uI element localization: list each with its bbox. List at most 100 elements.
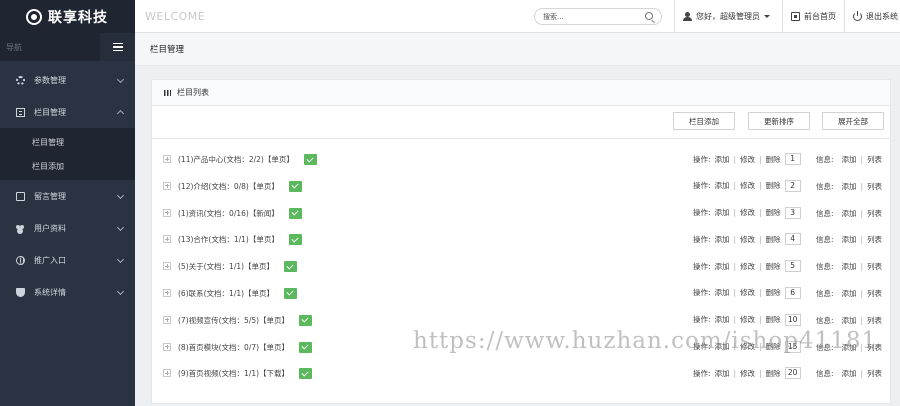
check-icon (288, 234, 302, 246)
info-list-link[interactable]: 列表 (867, 343, 882, 352)
expand-icon[interactable] (163, 315, 171, 324)
logout-label: 退出系统 (866, 12, 898, 21)
expand-icon[interactable] (163, 288, 171, 297)
add-link[interactable]: 添加 (715, 207, 730, 218)
order-input[interactable]: 1 (784, 153, 801, 165)
info-list-link[interactable]: 列表 (867, 316, 882, 325)
edit-link[interactable]: 修改 (740, 154, 755, 165)
delete-link[interactable]: 删除 (766, 154, 781, 165)
expand-icon[interactable] (163, 181, 171, 190)
expand-icon[interactable] (163, 369, 171, 378)
expand-icon[interactable] (163, 155, 171, 163)
expand-icon[interactable] (163, 342, 171, 351)
edit-link[interactable]: 修改 (740, 234, 755, 245)
edit-link[interactable]: 修改 (740, 180, 755, 191)
info-add-link[interactable]: 添加 (842, 289, 857, 298)
info-add-link[interactable]: 添加 (842, 182, 857, 191)
sidebar-item-users[interactable]: 用户资料 (0, 212, 135, 244)
info-list-link[interactable]: 列表 (867, 209, 882, 218)
sidebar-item-label: 系统详情 (34, 287, 66, 297)
edit-link[interactable]: 修改 (740, 368, 755, 379)
delete-link[interactable]: 删除 (766, 287, 781, 298)
info-add-link[interactable]: 添加 (842, 209, 857, 218)
info-add-link[interactable]: 添加 (842, 343, 857, 352)
add-link[interactable]: 添加 (715, 180, 730, 191)
row-info: 信息: 添加 | 列表 (816, 288, 882, 299)
expand-icon[interactable] (163, 208, 171, 217)
delete-link[interactable]: 删除 (766, 368, 781, 379)
update-order-button[interactable]: 更新排序 (748, 112, 810, 130)
sidebar-header: 导航 (0, 33, 135, 61)
order-input[interactable]: 5 (784, 260, 801, 273)
add-link[interactable]: 添加 (715, 368, 730, 379)
order-input[interactable]: 6 (784, 286, 801, 299)
info-list-link[interactable]: 列表 (867, 369, 882, 378)
sidebar-toggle-button[interactable] (100, 33, 135, 61)
expand-icon[interactable] (163, 262, 171, 271)
search-icon[interactable] (645, 12, 653, 20)
add-link[interactable]: 添加 (715, 261, 730, 272)
info-list-link[interactable]: 列表 (867, 289, 882, 298)
info-add-link[interactable]: 添加 (842, 262, 857, 271)
info-label: 信息: (816, 315, 834, 325)
logout-link[interactable]: 退出系统 (844, 0, 900, 33)
info-add-link[interactable]: 添加 (842, 369, 857, 378)
sidebar-item-system[interactable]: 系统详情 (0, 276, 135, 308)
order-input[interactable]: 2 (784, 179, 801, 192)
delete-link[interactable]: 删除 (766, 261, 781, 272)
order-input[interactable]: 3 (784, 206, 801, 219)
add-link[interactable]: 添加 (715, 234, 730, 245)
sidebar-item-messages[interactable]: 留言管理 (0, 180, 135, 212)
add-link[interactable]: 添加 (715, 314, 730, 325)
edit-link[interactable]: 修改 (740, 341, 755, 352)
sidebar-item-columns[interactable]: 栏目管理 (0, 96, 135, 128)
delete-link[interactable]: 删除 (766, 180, 781, 191)
row-operations: 操作: 添加 | 修改 | 删除 6 (693, 286, 801, 299)
hamburger-icon (112, 43, 123, 51)
edit-link[interactable]: 修改 (740, 314, 755, 325)
info-add-link[interactable]: 添加 (842, 235, 857, 244)
ops-label: 操作: (693, 154, 711, 164)
info-add-link[interactable]: 添加 (842, 155, 857, 164)
add-column-button[interactable]: 栏目添加 (673, 112, 735, 130)
home-icon (791, 12, 800, 21)
order-input[interactable]: 4 (784, 233, 801, 246)
row-operations: 操作: 添加 | 修改 | 删除 2 (693, 179, 801, 192)
order-input[interactable]: 10 (784, 313, 801, 326)
submenu-item-column-add[interactable]: 栏目添加 (0, 154, 135, 178)
ops-label: 操作: (693, 342, 711, 352)
add-link[interactable]: 添加 (715, 287, 730, 298)
info-list-link[interactable]: 列表 (867, 235, 882, 244)
edit-link[interactable]: 修改 (740, 207, 755, 218)
user-menu[interactable]: 您好，超级管理员 (674, 0, 782, 33)
check-icon (288, 207, 302, 219)
submenu-item-column-manage[interactable]: 栏目管理 (0, 130, 135, 154)
frontend-home-link[interactable]: 前台首页 (782, 0, 844, 33)
column-name: (5)关于(文档：1/1)【单页】 (178, 262, 275, 272)
brand-logo[interactable]: 联享科技 (0, 0, 135, 33)
search-input[interactable] (543, 9, 643, 24)
check-icon (284, 261, 298, 273)
order-input[interactable]: 20 (784, 367, 801, 380)
column-label: (12)介绍(文档：0/8)【单页】 (178, 180, 302, 192)
delete-link[interactable]: 删除 (766, 341, 781, 352)
order-input[interactable]: 15 (784, 340, 801, 353)
info-list-link[interactable]: 列表 (867, 262, 882, 271)
gear-icon (16, 75, 25, 85)
add-link[interactable]: 添加 (715, 341, 730, 352)
sidebar-item-promotion[interactable]: 推广入口 (0, 244, 135, 276)
info-list-link[interactable]: 列表 (867, 155, 882, 164)
edit-link[interactable]: 修改 (740, 261, 755, 272)
row-info: 信息: 添加 | 列表 (816, 181, 882, 192)
delete-link[interactable]: 删除 (766, 207, 781, 218)
info-add-link[interactable]: 添加 (842, 316, 857, 325)
expand-icon[interactable] (163, 235, 171, 244)
edit-link[interactable]: 修改 (740, 287, 755, 298)
expand-all-button[interactable]: 展开全部 (822, 112, 884, 130)
row-info: 信息: 添加 | 列表 (816, 315, 882, 326)
delete-link[interactable]: 删除 (766, 234, 781, 245)
delete-link[interactable]: 删除 (766, 314, 781, 325)
sidebar-item-params[interactable]: 参数管理 (0, 64, 135, 96)
add-link[interactable]: 添加 (715, 154, 730, 165)
info-list-link[interactable]: 列表 (867, 182, 882, 191)
